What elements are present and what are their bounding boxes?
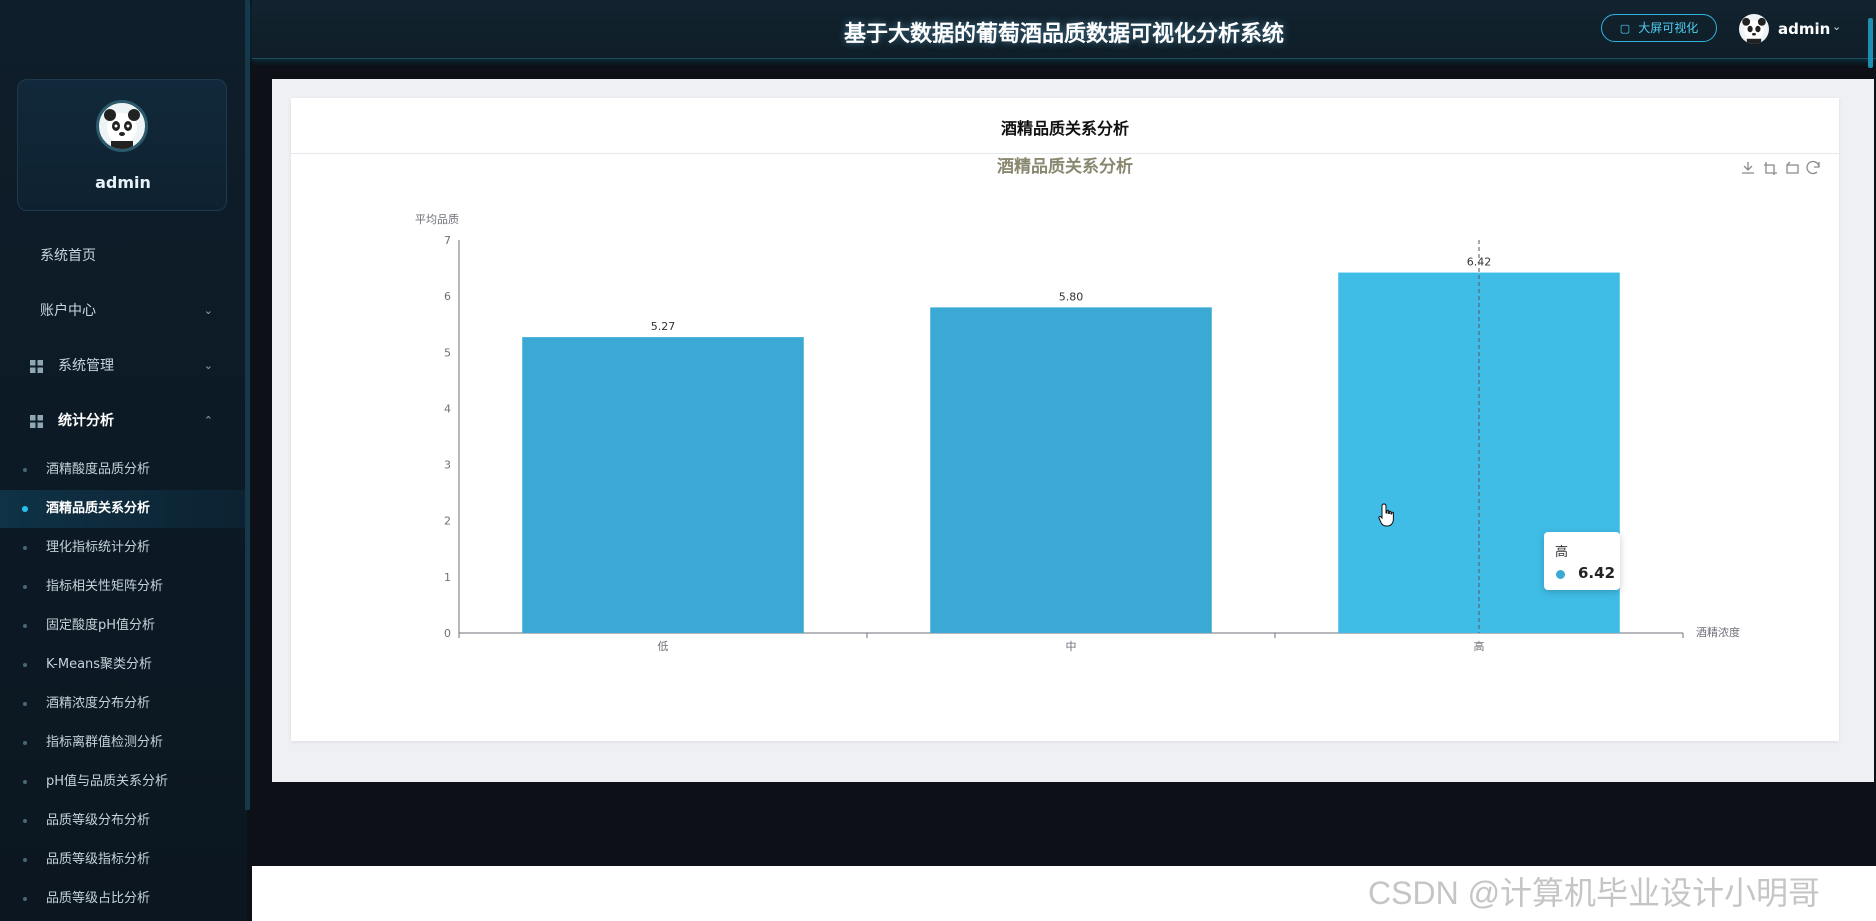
x-tick-label: 高 bbox=[1474, 639, 1485, 653]
x-axis-label: 酒精浓度 bbox=[1696, 625, 1740, 639]
sidebar: admin 系统首页 账户中心 ⌄ 系统管理 ⌄ 统计分析 ⌃ 酒精酸度品质分析… bbox=[0, 0, 247, 921]
bigscreen-label: 大屏可视化 bbox=[1638, 21, 1699, 35]
sidebar-subitem[interactable]: 固定酸度pH值分析 bbox=[0, 607, 247, 645]
chart-card: 酒精品质关系分析 酒精品质关系分析 0 1 2 3 4 5 6 7 平均品质酒精浓度 5.27 低 5.… bbox=[291, 98, 1839, 741]
y-tick-label: 1 bbox=[444, 571, 451, 584]
bullet-icon bbox=[23, 741, 27, 745]
menu-item-system-management[interactable]: 系统管理 ⌄ bbox=[0, 344, 247, 388]
menu-item-label: 统计分析 bbox=[58, 413, 114, 429]
chevron-down-icon: ⌄ bbox=[203, 359, 213, 372]
bar-value-label: 5.27 bbox=[651, 320, 676, 333]
sidebar-subitem[interactable]: 酒精浓度分布分析 bbox=[0, 685, 247, 723]
sidebar-subitem[interactable]: 指标相关性矩阵分析 bbox=[0, 568, 247, 606]
menu-item-label: 账户中心 bbox=[40, 303, 96, 319]
bigscreen-button[interactable]: ▢ 大屏可视化 bbox=[1601, 14, 1717, 42]
bullet-icon bbox=[23, 546, 27, 550]
avatar[interactable] bbox=[96, 100, 148, 152]
bullet-icon bbox=[23, 585, 27, 589]
grid-icon bbox=[30, 415, 43, 428]
sidebar-subitem-label: 酒精浓度分布分析 bbox=[46, 696, 151, 711]
bar bbox=[522, 337, 804, 633]
sidebar-subitem-label: 酒精品质关系分析 bbox=[46, 501, 151, 516]
bullet-icon bbox=[23, 858, 27, 862]
sidebar-subitem[interactable]: K-Means聚类分析 bbox=[0, 646, 247, 684]
bullet-icon bbox=[23, 468, 27, 472]
bullet-icon bbox=[22, 506, 28, 512]
sidebar-subitem[interactable]: 酒精酸度品质分析 bbox=[0, 451, 247, 489]
sidebar-subitem-label: 品质等级指标分析 bbox=[46, 852, 151, 867]
sidebar-subitem-label: 固定酸度pH值分析 bbox=[46, 618, 156, 633]
chart-tooltip: 高 6.42 bbox=[1544, 532, 1620, 590]
bullet-icon bbox=[23, 702, 27, 706]
chevron-down-icon: ⌄ bbox=[203, 304, 213, 317]
menu-item-account[interactable]: 账户中心 ⌄ bbox=[0, 289, 247, 333]
zoom-reset-icon bbox=[1786, 161, 1799, 174]
bar-value-label: 5.80 bbox=[1059, 290, 1084, 303]
sidebar-subitem[interactable]: 品质等级指标分析 bbox=[0, 841, 247, 879]
sidebar-subitem-label: 品质等级占比分析 bbox=[46, 891, 151, 906]
sidebar-subitem-label: K-Means聚类分析 bbox=[46, 657, 153, 672]
chevron-down-icon[interactable]: ⌄ bbox=[1832, 20, 1841, 33]
y-tick-label: 6 bbox=[444, 290, 451, 303]
sidebar-subitem-label: 指标相关性矩阵分析 bbox=[46, 579, 164, 594]
chevron-up-icon: ⌃ bbox=[203, 414, 213, 427]
profile-card: admin bbox=[17, 79, 227, 211]
x-tick-label: 中 bbox=[1066, 640, 1077, 653]
top-header: 基于大数据的葡萄酒品质数据可视化分析系统 ▢ 大屏可视化 admin ⌄ bbox=[252, 0, 1876, 59]
x-tick-label: 低 bbox=[658, 640, 669, 653]
monitor-icon: ▢ bbox=[1619, 22, 1631, 35]
menu-item-label: 系统管理 bbox=[58, 358, 114, 374]
y-tick-label: 3 bbox=[444, 459, 451, 472]
y-tick-label: 5 bbox=[444, 346, 451, 359]
sidebar-subitem[interactable]: 品质等级占比分析 bbox=[0, 880, 247, 918]
y-tick-label: 7 bbox=[444, 234, 451, 247]
profile-name: admin bbox=[95, 173, 151, 192]
bullet-icon bbox=[23, 897, 27, 901]
sidebar-subitem[interactable]: 理化指标统计分析 bbox=[0, 529, 247, 567]
sidebar-subitem[interactable]: 酒精品质关系分析 bbox=[0, 490, 247, 528]
tooltip-series-dot bbox=[1556, 570, 1565, 579]
user-avatar[interactable] bbox=[1739, 14, 1769, 44]
refresh-icon bbox=[1806, 160, 1820, 175]
menu-item-label: 系统首页 bbox=[40, 248, 96, 264]
zoom-icon bbox=[1764, 162, 1777, 175]
tooltip-category: 高 bbox=[1555, 545, 1569, 560]
bullet-icon bbox=[23, 663, 27, 667]
bullet-icon bbox=[23, 780, 27, 784]
y-tick-label: 2 bbox=[444, 515, 451, 528]
chart-title: 酒精品质关系分析 bbox=[997, 156, 1133, 177]
bar-chart: 酒精品质关系分析 0 1 2 3 4 5 6 7 平均品质酒精浓度 5.27 低 5.80 中 6.42 高 bbox=[415, 156, 1820, 653]
hand-cursor-icon bbox=[1378, 503, 1394, 527]
sidebar-subitem[interactable]: pH值与品质关系分析 bbox=[0, 763, 247, 801]
watermark: CSDN @计算机毕业设计小明哥 bbox=[1368, 875, 1821, 911]
sidebar-subitem-label: 酒精酸度品质分析 bbox=[46, 462, 151, 477]
y-axis-label: 平均品质 bbox=[415, 213, 459, 226]
sidebar-subitem[interactable]: 指标离群值检测分析 bbox=[0, 724, 247, 762]
grid-icon bbox=[30, 360, 43, 373]
sidebar-subitem-label: 指标离群值检测分析 bbox=[46, 735, 164, 750]
user-name[interactable]: admin bbox=[1778, 20, 1830, 38]
sidebar-scrollbar[interactable] bbox=[245, 0, 250, 810]
menu-item-statistics[interactable]: 统计分析 ⌃ bbox=[0, 399, 247, 443]
sidebar-subitem[interactable]: 品质等级分布分析 bbox=[0, 802, 247, 840]
sidebar-subitem-label: 品质等级分布分析 bbox=[46, 813, 151, 828]
sidebar-subitem-label: 理化指标统计分析 bbox=[46, 540, 151, 555]
bar bbox=[930, 307, 1212, 633]
sidebar-subitem-label: pH值与品质关系分析 bbox=[46, 774, 169, 789]
bullet-icon bbox=[23, 819, 27, 823]
menu-item-home[interactable]: 系统首页 bbox=[0, 234, 247, 278]
bullet-icon bbox=[23, 624, 27, 628]
download-icon bbox=[1742, 162, 1754, 174]
y-tick-label: 4 bbox=[444, 402, 451, 415]
page-scrollbar[interactable] bbox=[1868, 18, 1873, 68]
y-tick-label: 0 bbox=[444, 627, 451, 640]
tooltip-value: 6.42 bbox=[1578, 564, 1616, 582]
